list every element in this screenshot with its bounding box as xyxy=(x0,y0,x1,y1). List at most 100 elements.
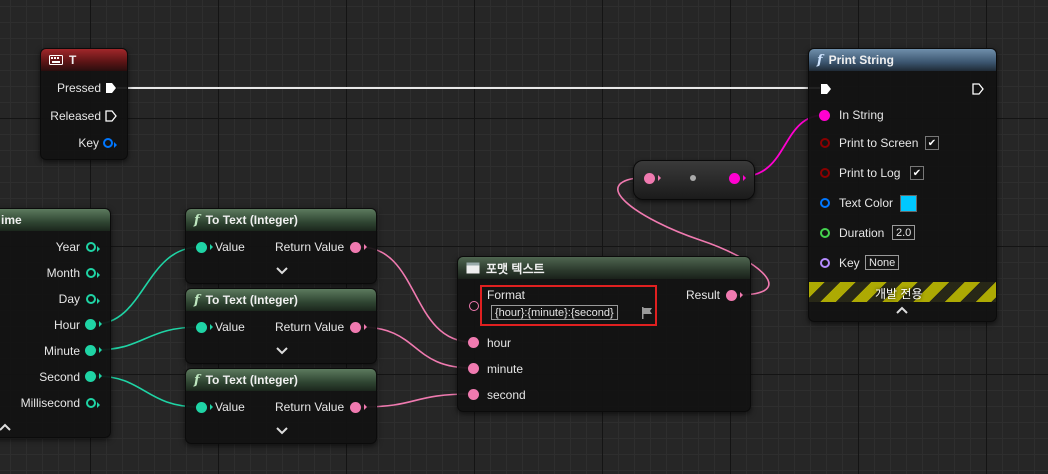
chevron-up-icon[interactable] xyxy=(0,423,11,431)
value-label: Value xyxy=(215,320,245,334)
print-to-log-checkbox[interactable]: ✔ xyxy=(910,166,924,180)
function-icon: f xyxy=(817,52,823,68)
text-color-swatch[interactable] xyxy=(900,195,917,212)
keyboard-icon xyxy=(49,55,63,65)
function-icon: f xyxy=(194,292,200,308)
format-text-title: 포맷 텍스트 xyxy=(486,261,545,276)
to-text-title: To Text (Integer) xyxy=(205,213,298,227)
key-field[interactable]: None xyxy=(865,255,900,270)
hour-arg-label: hour xyxy=(487,336,512,350)
duration-field[interactable]: 2.0 xyxy=(892,225,916,240)
year-label: Year xyxy=(55,240,80,254)
function-icon: f xyxy=(194,372,200,388)
format-text-icon xyxy=(466,262,480,274)
chevron-down-icon[interactable] xyxy=(276,427,288,435)
value-input-pin[interactable] xyxy=(196,402,213,413)
value-input-pin[interactable] xyxy=(196,322,213,333)
return-value-pin[interactable] xyxy=(350,402,367,413)
second-arg-label: second xyxy=(487,388,526,402)
day-pin[interactable] xyxy=(86,294,100,304)
print-to-screen-checkbox[interactable]: ✔ xyxy=(925,136,939,150)
return-value-label: Return Value xyxy=(275,320,345,334)
to-text-header[interactable]: f To Text (Integer) xyxy=(186,289,376,311)
duration-label: Duration xyxy=(839,226,885,240)
hour-pin[interactable] xyxy=(85,319,102,330)
pressed-label: Pressed xyxy=(56,81,101,95)
exec-output-pin[interactable] xyxy=(972,83,984,95)
return-value-label: Return Value xyxy=(275,400,345,414)
reroute-dot xyxy=(690,175,696,181)
pressed-exec-pin[interactable] xyxy=(105,82,117,94)
reroute-output-pin[interactable] xyxy=(729,173,746,184)
millisecond-pin[interactable] xyxy=(86,398,100,408)
to-text-node-minute[interactable]: f To Text (Integer) Value Return Value xyxy=(185,288,377,364)
to-text-header[interactable]: f To Text (Integer) xyxy=(186,369,376,391)
format-text-node[interactable]: 포맷 텍스트 Format {hour}:{minute}:{second} R… xyxy=(457,256,751,412)
print-to-log-label: Print to Log xyxy=(839,166,901,180)
minute-arg-label: minute xyxy=(487,362,524,376)
month-pin[interactable] xyxy=(86,268,100,278)
key-label: Key xyxy=(78,136,99,150)
result-label: Result xyxy=(686,288,721,302)
day-label: Day xyxy=(58,292,80,306)
print-to-log-pin[interactable] xyxy=(820,168,830,178)
datetime-node-header[interactable]: ime xyxy=(0,209,110,231)
exec-input-pin[interactable] xyxy=(820,83,832,95)
text-color-label: Text Color xyxy=(839,196,894,210)
to-text-header[interactable]: f To Text (Integer) xyxy=(186,209,376,231)
key-pin[interactable] xyxy=(820,258,830,268)
value-label: Value xyxy=(215,400,245,414)
value-input-pin[interactable] xyxy=(196,242,213,253)
key-node-header[interactable]: T xyxy=(41,49,127,71)
key-node-title: T xyxy=(69,53,77,67)
minute-label: Minute xyxy=(43,344,80,358)
to-text-title: To Text (Integer) xyxy=(205,293,298,307)
key-t-node[interactable]: T Pressed Released Key xyxy=(40,48,128,160)
released-exec-pin[interactable] xyxy=(105,110,117,122)
return-value-label: Return Value xyxy=(275,240,345,254)
break-datetime-node[interactable]: ime Year Month Day Hour Minute Second Mi… xyxy=(0,208,111,438)
key-struct-pin[interactable] xyxy=(103,138,117,148)
print-string-node[interactable]: f Print String In String Print to Screen… xyxy=(808,48,997,322)
second-label: Second xyxy=(39,370,80,384)
in-string-pin[interactable] xyxy=(819,110,830,121)
hour-arg-pin[interactable] xyxy=(468,337,479,348)
format-text-header[interactable]: 포맷 텍스트 xyxy=(458,257,750,279)
second-arg-pin[interactable] xyxy=(468,389,479,400)
year-pin[interactable] xyxy=(86,242,100,252)
to-text-title: To Text (Integer) xyxy=(205,373,298,387)
localize-flag-icon[interactable] xyxy=(640,306,654,320)
format-input-pin[interactable] xyxy=(469,301,479,311)
reroute-node[interactable] xyxy=(633,160,755,200)
minute-arg-pin[interactable] xyxy=(468,363,479,374)
result-pin[interactable] xyxy=(726,290,743,301)
format-label: Format xyxy=(487,288,526,302)
millisecond-label: Millisecond xyxy=(20,396,80,410)
chevron-down-icon[interactable] xyxy=(276,267,288,275)
duration-pin[interactable] xyxy=(820,228,830,238)
reroute-input-pin[interactable] xyxy=(644,173,661,184)
chevron-up-icon[interactable] xyxy=(896,306,908,314)
month-label: Month xyxy=(46,266,80,280)
to-text-node-hour[interactable]: f To Text (Integer) Value Return Value xyxy=(185,208,377,284)
print-string-title: Print String xyxy=(828,53,894,67)
format-value-field[interactable]: {hour}:{minute}:{second} xyxy=(491,305,618,320)
print-to-screen-label: Print to Screen xyxy=(839,136,919,150)
second-pin[interactable] xyxy=(85,371,102,382)
key-label: Key xyxy=(839,256,860,270)
value-label: Value xyxy=(215,240,245,254)
in-string-label: In String xyxy=(839,108,884,122)
chevron-down-icon[interactable] xyxy=(276,347,288,355)
datetime-node-title: ime xyxy=(1,213,22,227)
print-string-header[interactable]: f Print String xyxy=(809,49,996,71)
released-label: Released xyxy=(50,109,101,123)
return-value-pin[interactable] xyxy=(350,242,367,253)
function-icon: f xyxy=(194,212,200,228)
development-only-label: 개발 전용 xyxy=(875,287,923,301)
print-to-screen-pin[interactable] xyxy=(820,138,830,148)
to-text-node-second[interactable]: f To Text (Integer) Value Return Value xyxy=(185,368,377,444)
minute-pin[interactable] xyxy=(85,345,102,356)
text-color-pin[interactable] xyxy=(820,198,830,208)
hour-label: Hour xyxy=(53,318,80,332)
return-value-pin[interactable] xyxy=(350,322,367,333)
